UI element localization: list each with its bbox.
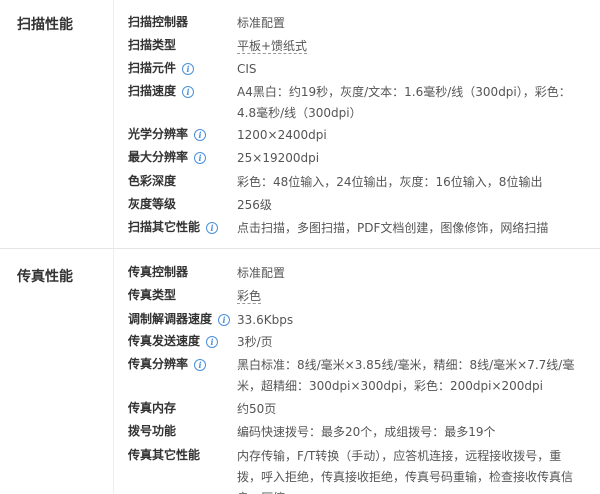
spec-label-wrap: 传真发送速度 i <box>128 332 219 349</box>
spec-value-link[interactable]: 彩色 <box>237 289 262 304</box>
info-icon[interactable]: i <box>194 152 207 164</box>
spec-label: 调制解调器速度 <box>128 312 213 326</box>
section-title-scan: 扫描性能 <box>17 17 73 33</box>
spec-label-wrap: 扫描速度 i <box>128 82 195 99</box>
section-divider-vertical <box>113 0 114 248</box>
spec-value: 3秒/页 <box>237 335 273 349</box>
info-icon[interactable]: i <box>194 129 207 141</box>
spec-label: 传真内存 <box>128 401 177 415</box>
spec-label-wrap: 光学分辨率 i <box>128 125 207 142</box>
info-icon[interactable]: i <box>182 86 195 98</box>
spec-label: 扫描控制器 <box>128 15 189 29</box>
spec-label-wrap: 扫描元件 i <box>128 59 195 76</box>
info-icon[interactable]: i <box>218 314 231 326</box>
section-divider-vertical <box>113 249 114 494</box>
info-icon[interactable]: i <box>194 359 207 371</box>
spec-value: A4黑白：约19秒，灰度/文本：1.6毫秒/线（300dpi），彩色：4.8毫秒… <box>237 85 571 120</box>
spec-label: 扫描元件 <box>128 61 177 75</box>
spec-value-link[interactable]: 平板+馈纸式 <box>237 39 308 54</box>
spec-label: 拨号功能 <box>128 424 177 438</box>
spec-label: 传真分辨率 <box>128 357 189 371</box>
spec-value-wrap: 平板+馈纸式 <box>237 36 577 57</box>
spec-label: 传真控制器 <box>128 265 189 279</box>
spec-label: 色彩深度 <box>128 174 177 188</box>
spec-label: 光学分辨率 <box>128 127 189 141</box>
spec-value: 33.6Kbps <box>237 313 294 327</box>
spec-label-wrap: 扫描其它性能 i <box>128 218 219 235</box>
spec-value-wrap: 彩色 <box>237 286 577 307</box>
spec-value: 点击扫描，多图扫描，PDF文档创建，图像修饰，网络扫描 <box>237 221 549 235</box>
spec-value: 编码快速拨号：最多20个，成组拨号：最多19个 <box>237 425 496 439</box>
spec-page: 扫描性能 扫描控制器 标准配置 扫描类型 平板+馈纸式 扫描元件 i CIS 扫描… <box>0 0 600 494</box>
spec-value: 标准配置 <box>237 16 286 30</box>
section-title-fax: 传真性能 <box>17 269 73 285</box>
spec-label-wrap: 传真分辨率 i <box>128 355 207 372</box>
spec-value: 黑白标准：8线/毫米×3.85线/毫米，精细：8线/毫米×7.7线/毫米，超精细… <box>237 358 575 393</box>
spec-label: 灰度等级 <box>128 197 177 211</box>
spec-label: 传真类型 <box>128 288 177 302</box>
spec-label: 扫描类型 <box>128 38 177 52</box>
spec-label: 扫描速度 <box>128 84 177 98</box>
spec-label-wrap: 调制解调器速度 i <box>128 310 231 327</box>
info-icon[interactable]: i <box>206 222 219 234</box>
spec-value: 内存传输，F/T转换（手动），应答机连接，远程接收拨号，重拨，呼入拒绝，传真接收… <box>237 449 574 494</box>
spec-value: 彩色：48位输入，24位输出，灰度：16位输入，8位输出 <box>237 175 543 189</box>
spec-value: 25×19200dpi <box>237 151 320 165</box>
spec-value: CIS <box>237 62 257 76</box>
spec-value: 256级 <box>237 198 272 212</box>
spec-label-wrap: 最大分辨率 i <box>128 148 207 165</box>
spec-label: 最大分辨率 <box>128 150 189 164</box>
section-divider <box>0 248 600 249</box>
spec-label: 传真发送速度 <box>128 334 201 348</box>
info-icon[interactable]: i <box>206 336 219 348</box>
spec-value: 1200×2400dpi <box>237 128 327 142</box>
spec-value: 标准配置 <box>237 266 286 280</box>
spec-value: 约50页 <box>237 402 277 416</box>
info-icon[interactable]: i <box>182 63 195 75</box>
spec-label: 扫描其它性能 <box>128 220 201 234</box>
spec-label: 传真其它性能 <box>128 448 201 462</box>
